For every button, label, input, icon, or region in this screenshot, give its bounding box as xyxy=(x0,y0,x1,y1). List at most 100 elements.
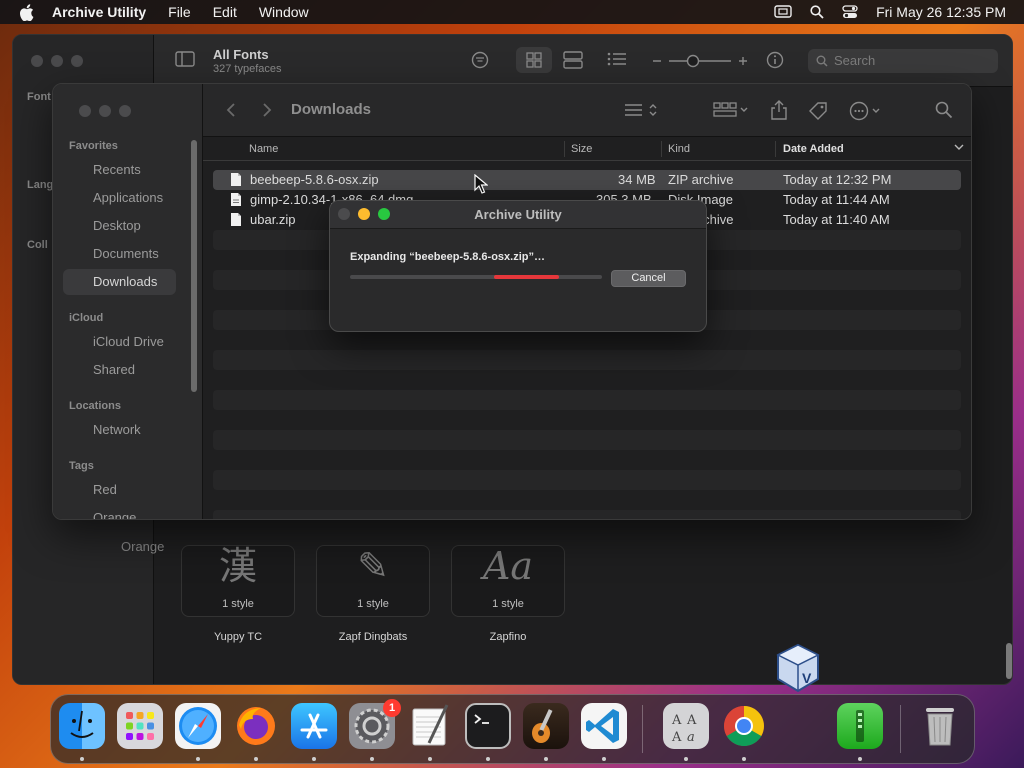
column-header-size[interactable]: Size xyxy=(571,143,592,155)
zoom-button[interactable] xyxy=(119,105,131,117)
font-tile[interactable]: Aa 1 style xyxy=(451,545,565,617)
dock-chrome-icon[interactable] xyxy=(721,703,767,749)
font-tile[interactable]: 漢 1 style xyxy=(181,545,295,617)
expanding-status-text: Expanding “beebeep-5.8.6-osx.zip”… xyxy=(350,251,545,263)
list-view-toggle-icon[interactable] xyxy=(624,101,660,124)
virtualbox-icon[interactable]: V xyxy=(775,643,821,693)
column-header-date-added[interactable]: Date Added xyxy=(783,143,844,155)
menu-edit[interactable]: Edit xyxy=(213,4,237,20)
progress-bar xyxy=(350,275,602,279)
dock-textedit-icon[interactable] xyxy=(407,703,453,749)
grid-view-icon[interactable] xyxy=(516,47,552,73)
sidebar-section-favorites: Favorites xyxy=(69,140,118,152)
dock-terminal-icon[interactable] xyxy=(465,703,511,749)
list-view-icon[interactable] xyxy=(607,51,627,72)
apple-menu-icon[interactable] xyxy=(16,2,36,22)
dock-app-store-icon[interactable] xyxy=(291,703,337,749)
dialog-title: Archive Utility xyxy=(474,207,562,222)
forward-chevron-icon[interactable] xyxy=(261,102,273,123)
mouse-pointer-icon xyxy=(474,174,488,194)
spotlight-search-icon[interactable] xyxy=(810,5,824,19)
font-book-traffic-lights[interactable] xyxy=(31,55,83,67)
empty-row xyxy=(213,430,961,450)
share-icon[interactable] xyxy=(770,99,788,126)
dock-system-settings-icon[interactable]: 1 xyxy=(349,699,401,749)
sidebar-item-icloud-drive[interactable]: iCloud Drive xyxy=(63,329,176,355)
file-kind: ZIP archive xyxy=(668,172,734,187)
menu-file[interactable]: File xyxy=(168,4,191,20)
file-size: 34 MB xyxy=(618,172,656,187)
document-icon xyxy=(230,212,242,230)
finder-sidebar: Favorites Recents Applications Desktop D… xyxy=(53,84,203,519)
sidebar-item-downloads[interactable]: Downloads xyxy=(63,269,176,295)
dock-trash-icon[interactable] xyxy=(917,703,963,749)
font-name: Yuppy TC xyxy=(213,631,263,643)
dock-launchpad-icon[interactable] xyxy=(117,703,163,749)
sidebar-item-desktop[interactable]: Desktop xyxy=(63,213,176,239)
sample-view-icon[interactable] xyxy=(563,51,583,74)
archive-utility-dialog: Archive Utility Expanding “beebeep-5.8.6… xyxy=(329,200,707,332)
group-by-icon[interactable] xyxy=(713,101,751,124)
more-actions-icon[interactable] xyxy=(849,101,885,126)
empty-row xyxy=(213,350,961,370)
menu-window[interactable]: Window xyxy=(259,4,309,20)
column-header-name[interactable]: Name xyxy=(249,143,278,155)
size-slider[interactable] xyxy=(653,53,749,74)
search-placeholder: Search xyxy=(834,53,876,68)
dock: 1 AAAa xyxy=(50,694,975,764)
sidebar-item-shared[interactable]: Shared xyxy=(63,357,176,383)
cancel-button[interactable]: Cancel xyxy=(611,270,686,287)
sidebar-item-tag-orange[interactable]: Orange xyxy=(63,505,176,519)
svg-text:V: V xyxy=(802,670,812,686)
sidebar-item-tag-red[interactable]: Red xyxy=(63,477,176,503)
sidebar-item-recents[interactable]: Recents xyxy=(63,157,176,183)
document-icon xyxy=(230,172,242,190)
info-icon[interactable] xyxy=(766,51,784,74)
sort-chevron-down-icon[interactable] xyxy=(953,141,965,156)
font-book-search-field[interactable]: Search xyxy=(808,49,998,73)
screen-mirroring-icon[interactable] xyxy=(774,5,792,19)
font-tile[interactable]: ✎ 1 style xyxy=(316,545,430,617)
file-name: ubar.zip xyxy=(250,212,296,227)
sidebar-toggle-icon[interactable] xyxy=(175,51,195,72)
font-book-sidebar-label: Coll xyxy=(27,239,48,251)
font-book-subtitle: 327 typefaces xyxy=(213,63,282,75)
search-icon[interactable] xyxy=(935,101,953,124)
font-book-sidebar-item[interactable]: Orange xyxy=(121,539,164,554)
close-button[interactable] xyxy=(79,105,91,117)
file-date: Today at 11:40 AM xyxy=(783,212,890,227)
font-book-title: All Fonts xyxy=(213,47,269,62)
search-icon xyxy=(816,55,828,67)
filter-icon[interactable] xyxy=(471,51,489,74)
dock-firefox-icon[interactable] xyxy=(233,703,279,749)
minimize-button[interactable] xyxy=(99,105,111,117)
sidebar-item-documents[interactable]: Documents xyxy=(63,241,176,267)
menu-bar: Archive Utility File Edit Window Fri May… xyxy=(0,0,1024,24)
empty-row xyxy=(213,390,961,410)
menu-clock[interactable]: Fri May 26 12:35 PM xyxy=(876,4,1006,20)
file-row[interactable]: beebeep-5.8.6-osx.zip 34 MB ZIP archive … xyxy=(213,170,961,190)
menu-app-name[interactable]: Archive Utility xyxy=(52,4,146,20)
dock-garageband-icon[interactable] xyxy=(523,703,569,749)
tag-icon[interactable] xyxy=(808,101,828,126)
dock-font-book-icon[interactable]: AAAa xyxy=(663,703,709,749)
document-icon xyxy=(230,192,242,210)
dock-finder-icon[interactable] xyxy=(59,703,105,749)
dock-archive-utility-icon[interactable] xyxy=(837,703,883,749)
column-header-kind[interactable]: Kind xyxy=(668,143,690,155)
back-chevron-icon[interactable] xyxy=(225,102,237,123)
finder-traffic-lights[interactable] xyxy=(79,105,131,117)
font-book-scrollbar[interactable] xyxy=(1006,643,1012,679)
dock-safari-icon[interactable] xyxy=(175,703,221,749)
sidebar-section-icloud: iCloud xyxy=(69,312,104,324)
dock-vscode-icon[interactable] xyxy=(581,703,627,749)
sidebar-item-network[interactable]: Network xyxy=(63,417,176,443)
sidebar-item-applications[interactable]: Applications xyxy=(63,185,176,211)
svg-text:a: a xyxy=(687,730,695,745)
progress-bar-fill xyxy=(493,275,560,279)
sidebar-scrollbar[interactable] xyxy=(191,140,197,392)
font-style-count: 1 style xyxy=(222,598,254,610)
file-date: Today at 11:44 AM xyxy=(783,192,890,207)
finder-location-title: Downloads xyxy=(291,101,372,118)
control-center-icon[interactable] xyxy=(842,5,858,19)
